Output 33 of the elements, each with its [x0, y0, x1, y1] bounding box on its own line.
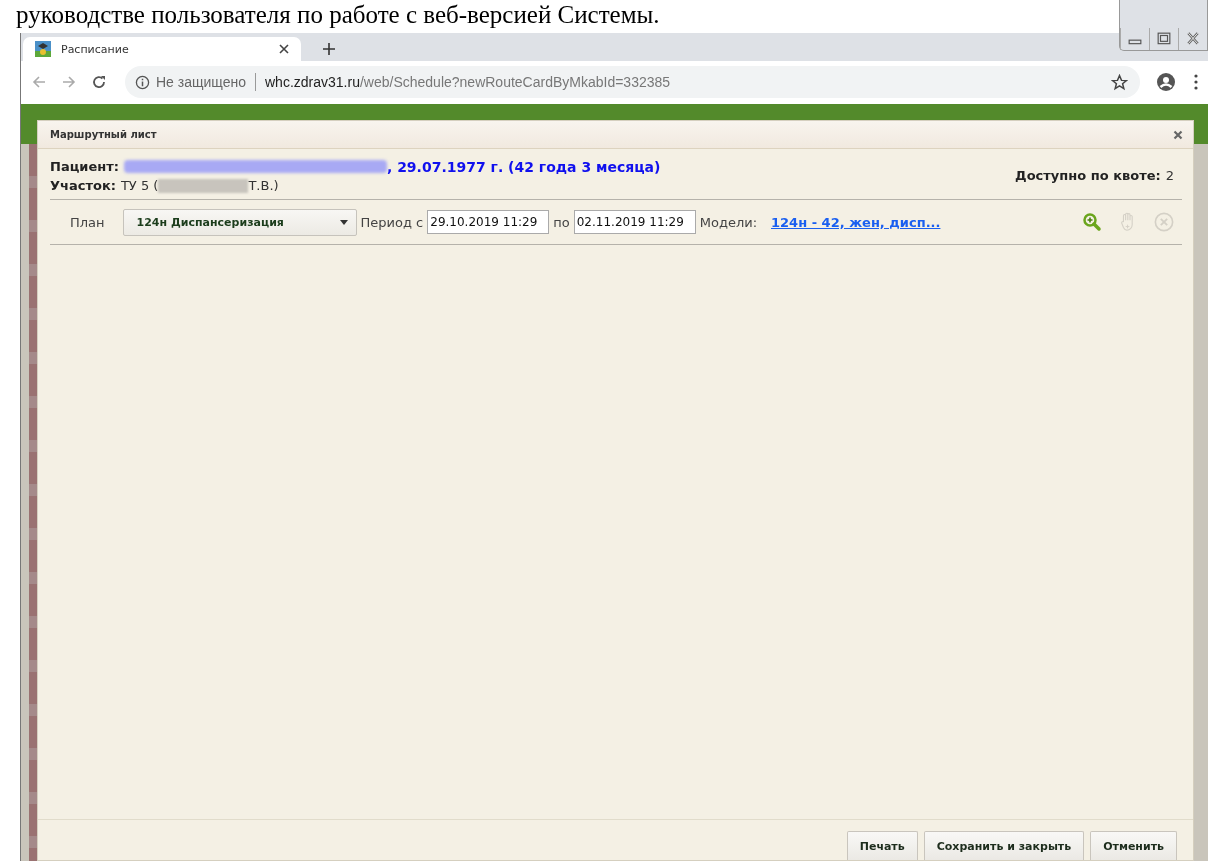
- district-value: ТУ 5 (: [120, 178, 159, 193]
- patient-label: Пациент:: [50, 159, 119, 174]
- date-to-field[interactable]: 02.11.2019 11:29: [573, 210, 696, 234]
- district-label: Участок:: [50, 178, 116, 193]
- close-icon[interactable]: [1173, 129, 1183, 140]
- plan-label: План: [70, 214, 105, 230]
- district-value: Т.В.): [248, 178, 279, 193]
- quota-label: Доступно по квоте:: [1015, 168, 1161, 183]
- quota-value: 2: [1165, 168, 1174, 183]
- date-from-field[interactable]: 29.10.2019 11:29: [427, 210, 550, 234]
- account-icon[interactable]: [1156, 72, 1176, 92]
- window-controls[interactable]: [1119, 0, 1208, 51]
- zoom-in-icon[interactable]: [1082, 212, 1102, 232]
- star-icon[interactable]: [1111, 73, 1128, 91]
- address-bar[interactable]: Не защищено whc.zdrav31.ru/web/Schedule?newRouteCardByMkabId=332385: [125, 66, 1140, 98]
- dialog-button[interactable]: Печать: [846, 831, 918, 860]
- period-to-label: по: [553, 214, 570, 230]
- emblem-icon: [35, 41, 51, 57]
- new-tab-icon[interactable]: [323, 43, 335, 55]
- models-label: Модели:: [699, 214, 757, 230]
- info-icon: [135, 74, 150, 90]
- browser-tab[interactable]: Расписание: [23, 37, 301, 61]
- models-link[interactable]: 124н - 42, жен, дисп...: [771, 214, 941, 230]
- close-icon[interactable]: [279, 44, 289, 54]
- caret-icon: [339, 219, 348, 225]
- dialog-button[interactable]: Сохранить и закрыть: [923, 831, 1085, 860]
- dialog-button[interactable]: Отменить: [1090, 831, 1177, 860]
- dialog-title: Маршрутный лист: [50, 129, 157, 140]
- document-text: руководстве пользователя по работе с веб-версией Системы.: [15, 0, 660, 30]
- plan-dropdown[interactable]: 124н Диспансеризация: [122, 208, 357, 236]
- patient-details: , 29.07.1977 г. (42 года 3 месяца): [386, 158, 661, 175]
- menu-icon[interactable]: [1194, 74, 1198, 90]
- period-label: Период с: [360, 214, 424, 230]
